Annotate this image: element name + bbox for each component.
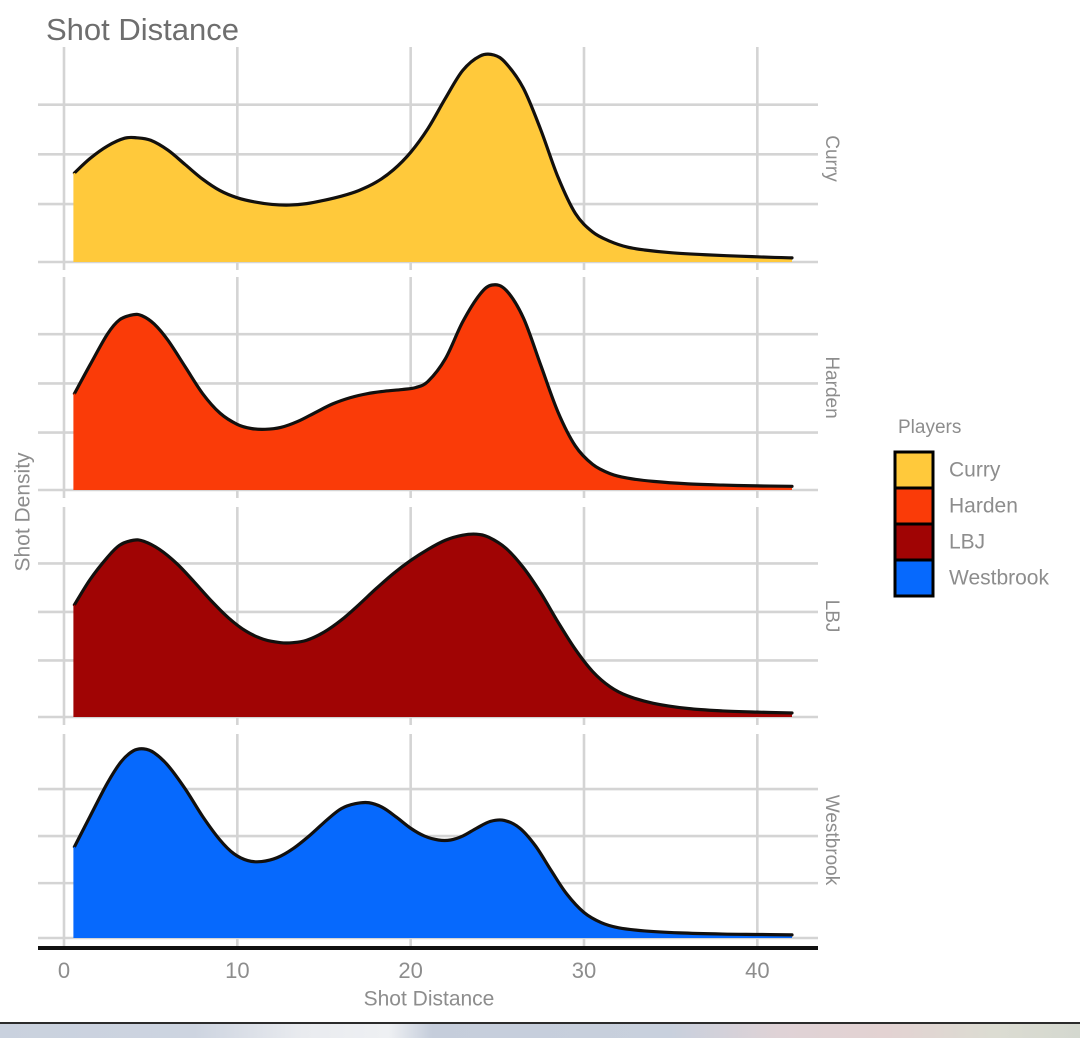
x-tick-label: 0 [58,958,70,983]
y-axis-title: Shot Density [12,452,35,572]
legend-swatch-harden[interactable] [893,486,935,526]
facet-strip-label-harden: Harden [821,356,842,418]
x-axis-title: Shot Distance [364,988,495,1011]
x-tick-label: 30 [572,958,596,983]
legend-label-curry: Curry [949,459,1001,482]
legend-label-westbrook: Westbrook [949,567,1049,590]
x-tick-label: 40 [745,958,769,983]
legend-label-harden: Harden [949,495,1018,518]
ggplot-chart-root: Shot Distance Shot Density Shot Distance… [0,0,1080,1022]
facet-panel-westbrook [38,734,818,946]
x-tick-label: 20 [398,958,422,983]
legend-swatch-westbrook[interactable] [893,558,935,598]
shot-distance-ridge-chart: Shot Distance Shot Density Shot Distance… [0,0,1080,1022]
facet-strip-label-curry: Curry [821,135,842,182]
legend-swatch-lbj[interactable] [893,522,935,562]
chart-title: Shot Distance [46,12,239,47]
legend-title: Players [898,417,961,438]
legend-label-lbj: LBJ [949,531,985,554]
facet-panel-curry [38,47,818,270]
facet-panel-lbj [38,507,818,725]
facet-panel-harden [38,277,818,498]
x-tick-label: 10 [225,958,249,983]
facet-strip-label-lbj: LBJ [821,600,842,633]
facet-strip-label-westbrook: Westbrook [821,795,842,886]
legend-swatch-curry[interactable] [893,450,935,490]
